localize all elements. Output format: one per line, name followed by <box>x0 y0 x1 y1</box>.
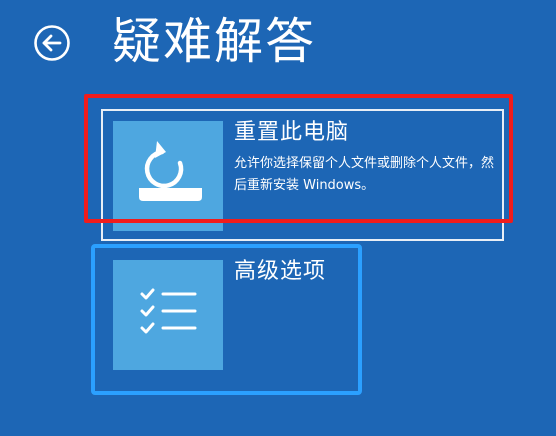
page-title: 疑难解答 <box>112 13 317 70</box>
advanced-options-option[interactable]: 高级选项 <box>104 247 360 387</box>
reset-this-pc-option[interactable]: 重置此电脑 允许你选择保留个人文件或删除个人文件，然后重新安装 Windows。 <box>101 109 504 241</box>
reset-option-description: 允许你选择保留个人文件或删除个人文件，然后重新安装 Windows。 <box>234 156 495 193</box>
reset-option-title: 重置此电脑 <box>234 120 350 145</box>
back-arrow-icon <box>34 25 70 61</box>
reset-pc-icon <box>113 121 223 231</box>
checklist-icon <box>113 260 223 370</box>
advanced-option-title: 高级选项 <box>234 259 327 284</box>
back-button[interactable] <box>33 24 71 62</box>
